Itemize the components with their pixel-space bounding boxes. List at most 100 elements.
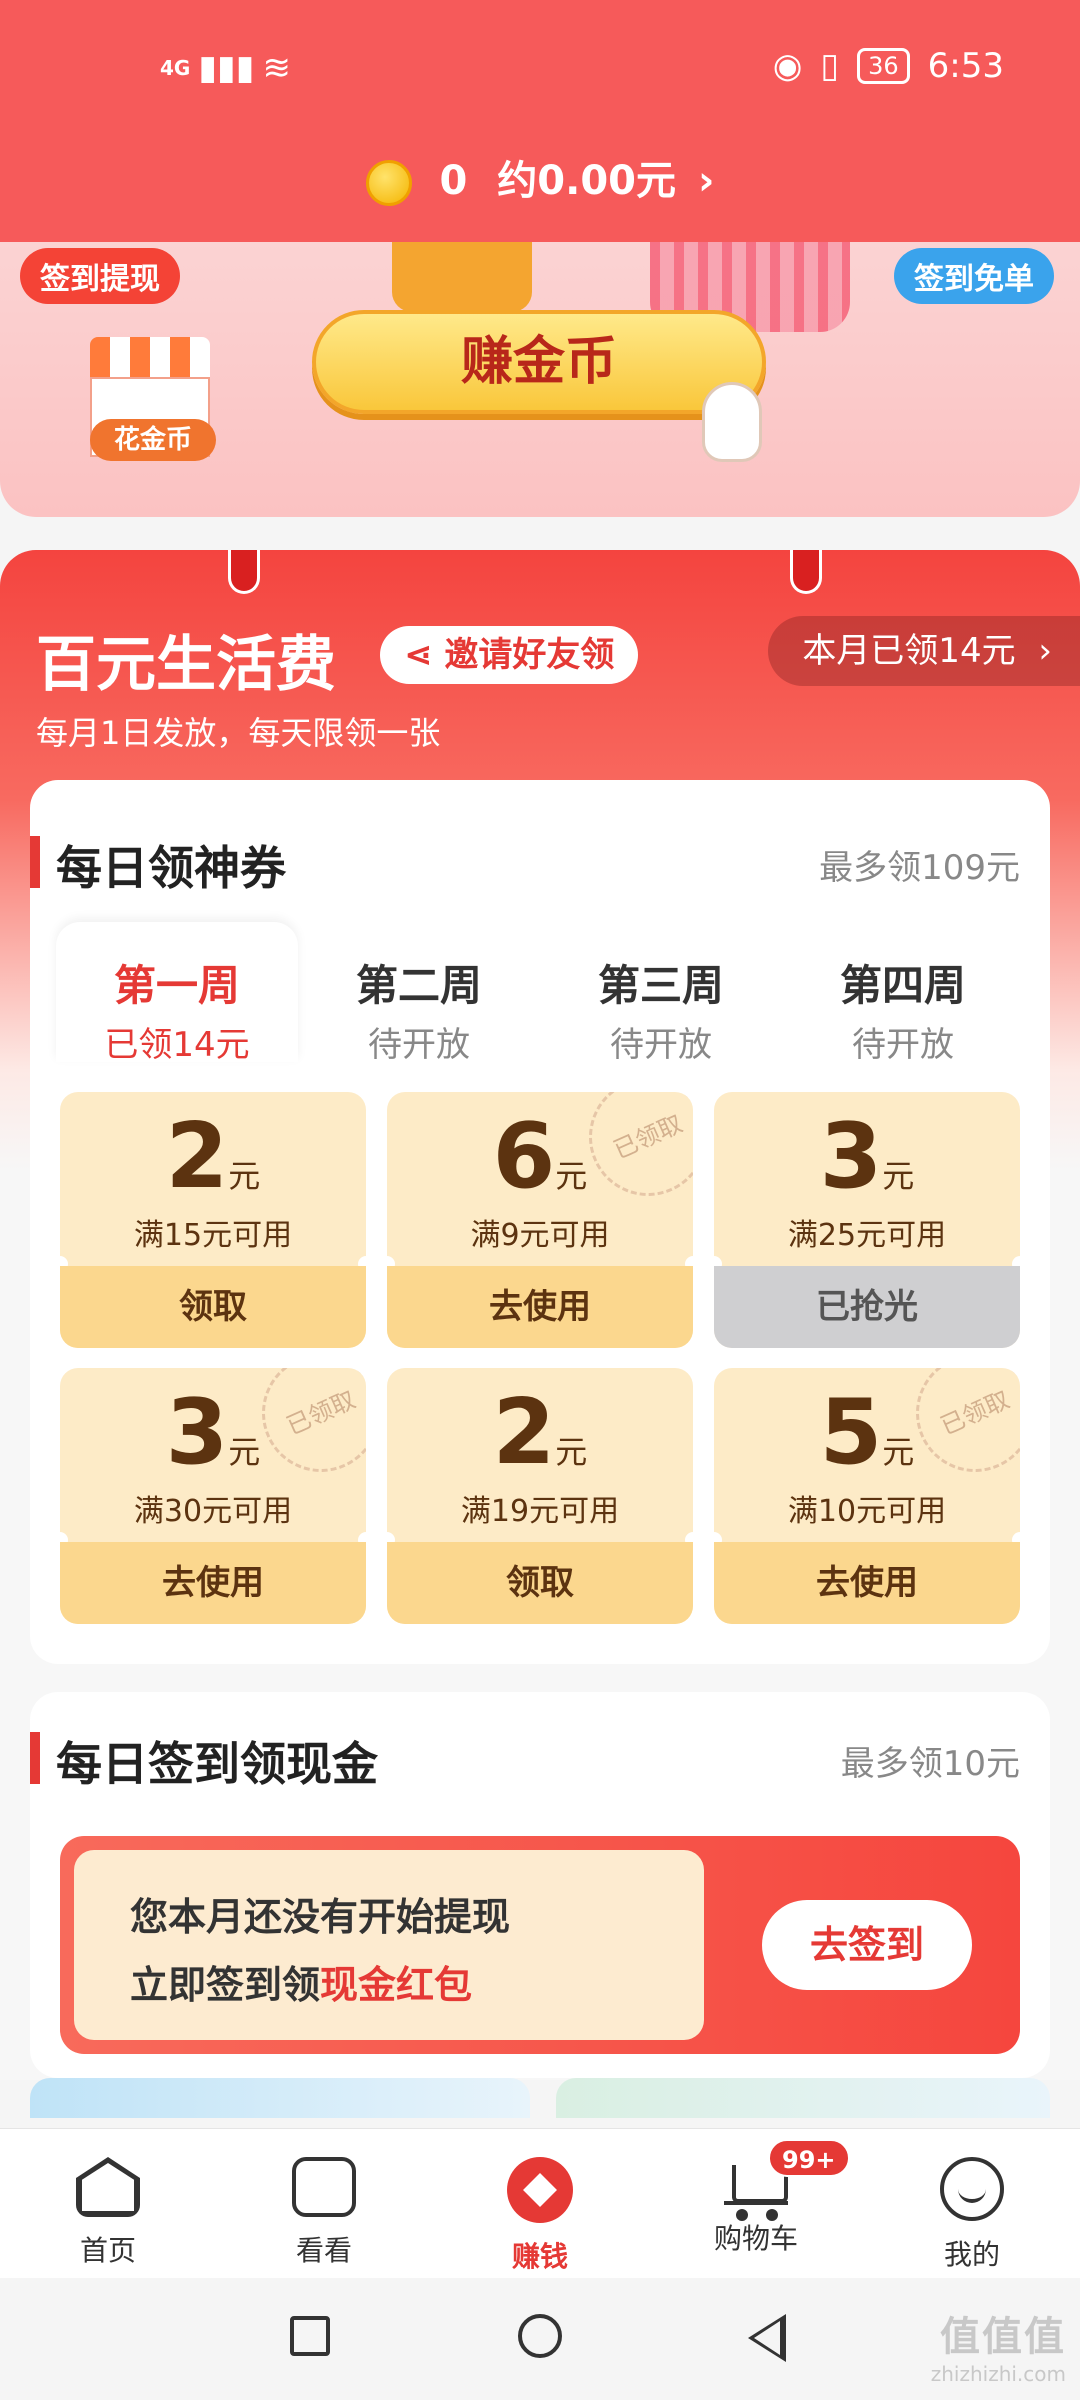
week-name: 第一周 <box>113 961 240 1010</box>
week-name: 第二周 <box>355 961 482 1010</box>
card-title: 每日领神券 <box>56 841 286 895</box>
next-card-preview <box>556 2078 1050 2118</box>
status-bar: 4G ▮▮▮ ≋ ◉ ▯ 36 6:53 <box>0 40 1080 100</box>
coupon-claim-button[interactable]: 领取 <box>387 1542 693 1624</box>
coupon-card: 已领取 3元 满30元可用 去使用 <box>60 1368 366 1624</box>
nav-label: 赚钱 <box>511 2240 568 2273</box>
cash-message-line2: 立即签到领现金红包 <box>130 1954 472 2009</box>
tab-week-3[interactable]: 第三周 待开放 <box>540 922 782 1065</box>
nav-label: 首页 <box>79 2234 136 2267</box>
back-button[interactable] <box>748 2314 786 2362</box>
battery-icon: 36 <box>857 48 910 84</box>
section-subtitle: 每月1日发放，每天限领一张 <box>36 714 441 752</box>
month-claimed-link[interactable]: 本月已领14元 › <box>768 616 1080 686</box>
coin-balance[interactable]: 0 约0.00元 › <box>0 148 1080 206</box>
coupon-condition: 满15元可用 <box>133 1218 293 1253</box>
pin-decoration <box>790 550 822 594</box>
tab-week-1[interactable]: 第一周 已领14元 <box>56 922 298 1065</box>
watermark-logo: 值值值 <box>940 2314 1066 2360</box>
nav-cart[interactable]: 99+ 购物车 <box>648 2129 864 2278</box>
coupon-use-button[interactable]: 去使用 <box>60 1542 366 1624</box>
home-button[interactable] <box>518 2314 562 2358</box>
coupon-card: 3元 满25元可用 已抢光 <box>714 1092 1020 1348</box>
coupon-claim-button[interactable]: 领取 <box>60 1266 366 1348</box>
share-icon: ⋖ <box>404 635 445 675</box>
coupon-unit: 元 <box>555 1157 588 1195</box>
clock: 6:53 <box>927 46 1004 86</box>
pin-decoration <box>228 550 260 594</box>
earn-icon <box>507 2157 573 2223</box>
video-icon <box>292 2157 356 2217</box>
pointing-hand-icon <box>702 382 762 462</box>
coupon-card: 已领取 6元 满9元可用 去使用 <box>387 1092 693 1348</box>
earn-coins-button[interactable]: 赚金币 <box>312 310 766 414</box>
tab-week-2[interactable]: 第二周 待开放 <box>298 922 540 1065</box>
sign-in-button[interactable]: 去签到 <box>762 1900 972 1990</box>
chevron-right-icon: › <box>697 158 715 204</box>
coupon-unit: 元 <box>228 1157 261 1195</box>
cash-prefix: 立即签到领 <box>130 1963 321 2007</box>
invite-friends-button[interactable]: ⋖ 邀请好友领 <box>380 626 639 684</box>
tab-week-4[interactable]: 第四周 待开放 <box>782 922 1024 1065</box>
signal-group: 4G ▮▮▮ ≋ <box>160 48 291 88</box>
nav-label: 购物车 <box>713 2222 798 2255</box>
sign-in-free-order-tag[interactable]: 签到免单 <box>894 248 1054 304</box>
sign-in-withdraw-tag[interactable]: 签到提现 <box>20 248 180 304</box>
daily-cash-card: 每日签到领现金 最多领10元 您本月还没有开始提现 立即签到领现金红包 去签到 <box>30 1692 1050 2078</box>
coupon-unit: 元 <box>882 1157 915 1195</box>
coin-count: 0 <box>439 158 468 204</box>
eye-icon: ◉ <box>772 46 803 86</box>
watermark: 值值值 zhizhizhi.com <box>931 2304 1066 2386</box>
nav-label: 看看 <box>295 2234 352 2267</box>
week-status: 已领14元 <box>104 1025 250 1065</box>
cash-highlight: 现金红包 <box>320 1963 473 2007</box>
daily-coupons-card: 每日领神券 最多领109元 第一周 已领14元 第二周 待开放 第三周 待开放 … <box>30 780 1050 1664</box>
nav-earn[interactable]: 赚钱 <box>432 2129 648 2278</box>
coupon-unit: 元 <box>555 1433 588 1471</box>
nav-profile[interactable]: 我的 <box>864 2129 1080 2278</box>
card-header: 每日领神券 最多领109元 <box>30 832 1050 895</box>
coupon-value: 3 <box>819 1104 883 1209</box>
coupon-condition: 满30元可用 <box>133 1494 293 1529</box>
week-status: 待开放 <box>368 1025 470 1065</box>
card-max-amount: 最多领10元 <box>840 1744 1020 1784</box>
coupon-unit: 元 <box>228 1433 261 1471</box>
coupon-use-button[interactable]: 去使用 <box>387 1266 693 1348</box>
top-header: 4G ▮▮▮ ≋ ◉ ▯ 36 6:53 0 约0.00元 › <box>0 0 1080 242</box>
card-title: 每日签到领现金 <box>56 1737 378 1791</box>
card-header: 每日签到领现金 最多领10元 <box>30 1728 1050 1791</box>
coupon-amount: 3元 <box>60 1380 366 1485</box>
nav-home[interactable]: 首页 <box>0 2129 216 2278</box>
coupon-amount: 5元 <box>714 1380 1020 1485</box>
nav-watch[interactable]: 看看 <box>216 2129 432 2278</box>
system-navigation-bar: 值值值 zhizhizhi.com <box>0 2280 1080 2400</box>
coupon-condition: 满25元可用 <box>787 1218 947 1253</box>
profile-icon <box>940 2157 1004 2221</box>
recent-apps-button[interactable] <box>290 2316 330 2356</box>
signal-icon: ▮▮▮ <box>198 48 255 88</box>
coupon-sold-out-label: 已抢光 <box>714 1266 1020 1348</box>
coupon-value: 6 <box>492 1104 556 1209</box>
week-status: 待开放 <box>610 1025 712 1065</box>
coupon-value: 2 <box>492 1380 556 1485</box>
coupon-value: 5 <box>819 1380 883 1485</box>
coupon-condition: 满10元可用 <box>787 1494 947 1529</box>
spend-coins-button[interactable]: 花金币 <box>90 419 216 461</box>
coupon-use-button[interactable]: 去使用 <box>714 1542 1020 1624</box>
card-max-amount: 最多领109元 <box>819 848 1020 888</box>
coupon-amount: 6元 <box>387 1104 693 1209</box>
wifi-icon: ≋ <box>262 48 291 88</box>
coupon-value: 3 <box>165 1380 229 1485</box>
coupon-condition: 满19元可用 <box>460 1494 620 1529</box>
cart-badge: 99+ <box>768 2139 850 2177</box>
coupon-amount: 3元 <box>714 1104 1020 1209</box>
chevron-right-icon: › <box>1038 631 1052 671</box>
invite-label: 邀请好友领 <box>444 635 615 675</box>
gold-coin-icon <box>365 160 412 206</box>
status-right: ◉ ▯ 36 6:53 <box>773 46 1004 86</box>
watermark-url: zhizhizhi.com <box>930 2362 1066 2386</box>
bottom-navigation: 首页 看看 赚钱 99+ 购物车 我的 <box>0 2128 1080 2278</box>
coupon-amount: 2元 <box>60 1104 366 1209</box>
coupon-card: 已领取 5元 满10元可用 去使用 <box>714 1368 1020 1624</box>
home-icon <box>76 2157 140 2217</box>
